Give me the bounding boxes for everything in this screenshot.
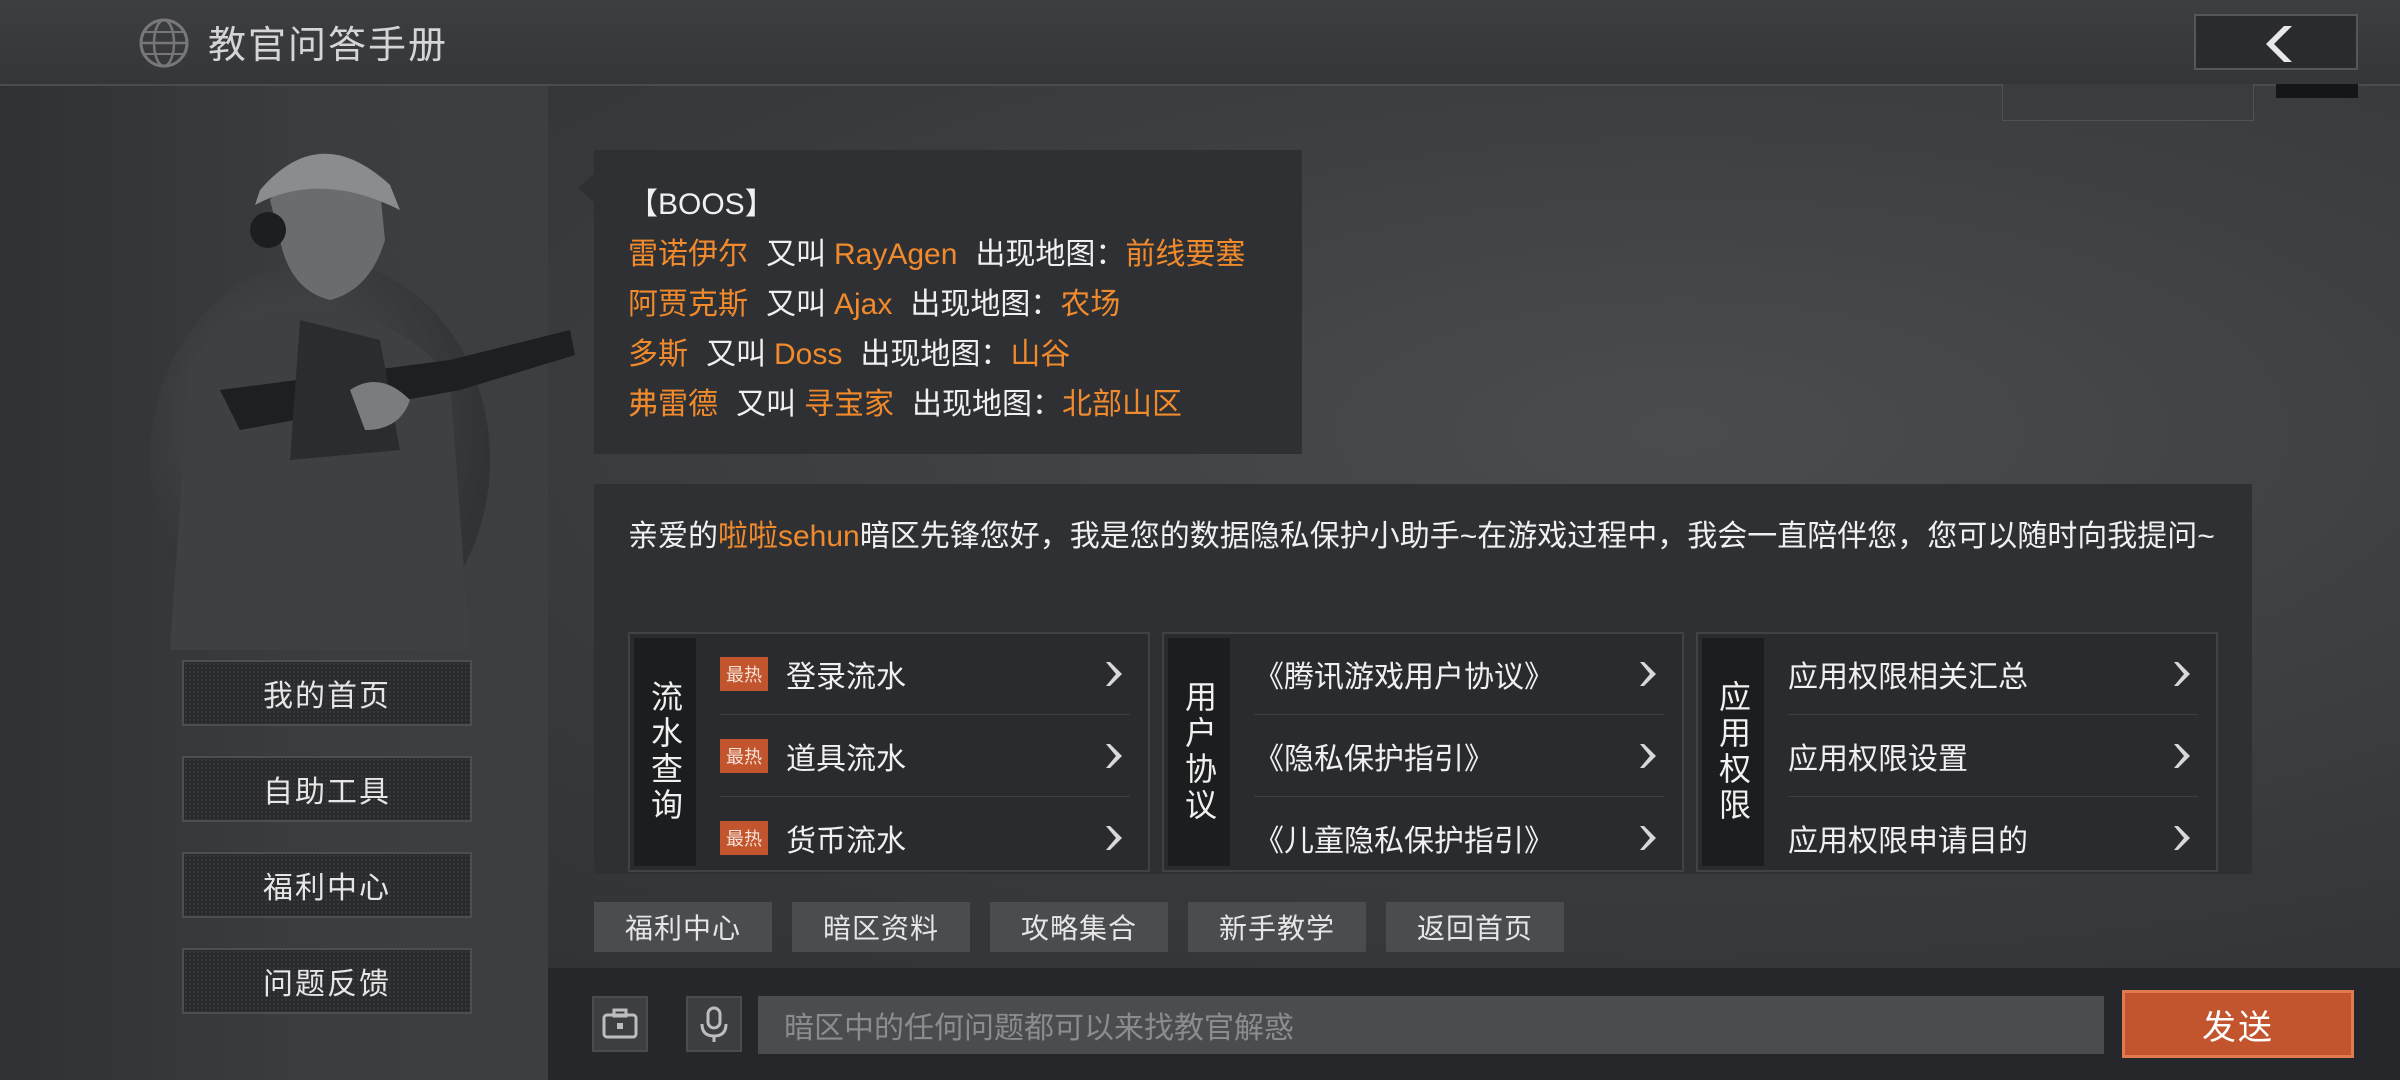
greeting-prefix: 亲爱的	[628, 520, 718, 553]
list-item-label: 登录流水	[786, 661, 906, 694]
chevron-right-icon	[2174, 662, 2190, 686]
boss-alias: Doss	[774, 338, 843, 371]
chevron-right-icon	[2174, 744, 2190, 768]
toolbox-button[interactable]	[592, 996, 648, 1052]
boss-alias: 寻宝家	[804, 388, 894, 421]
boss-map-label: 出现地图：	[860, 338, 1011, 371]
list-item-label: 应用权限设置	[1788, 743, 1968, 776]
hot-badge: 最热	[720, 657, 768, 691]
send-button[interactable]: 发送	[2122, 990, 2354, 1058]
boss-row: 雷诺伊尔 又叫 RayAgen 出现地图：前线要塞	[628, 230, 1268, 280]
toolbox-icon	[602, 1008, 638, 1039]
page-title: 教官问答手册	[208, 25, 449, 67]
group-label-text: 流水查询	[647, 680, 683, 824]
chevron-right-icon	[1106, 826, 1122, 850]
list-item-item-log[interactable]: 最热 道具流水	[720, 716, 1130, 797]
boss-row: 多斯 又叫 Doss 出现地图：山谷	[628, 330, 1268, 380]
list-item-permissions-summary[interactable]: 应用权限相关汇总	[1788, 634, 2198, 715]
username: 啦啦sehun	[718, 520, 860, 553]
list-item-permissions-settings[interactable]: 应用权限设置	[1788, 716, 2198, 797]
boss-alias: Ajax	[834, 288, 893, 321]
tab-stub-dark	[2276, 84, 2358, 98]
question-input[interactable]: 暗区中的任何问题都可以来找教官解惑	[758, 996, 2104, 1054]
list-item-label: 货币流水	[786, 825, 906, 858]
sidebar-item-home[interactable]: 我的首页	[182, 660, 472, 726]
quick-tab-home[interactable]: 返回首页	[1386, 902, 1564, 952]
boss-row: 阿贾克斯 又叫 Ajax 出现地图：农场	[628, 280, 1268, 330]
hot-badge: 最热	[720, 739, 768, 773]
question-input-placeholder: 暗区中的任何问题都可以来找教官解惑	[784, 1012, 1294, 1045]
boss-map: 北部山区	[1062, 388, 1182, 421]
chevron-right-icon	[1640, 826, 1656, 850]
header-bar: 教官问答手册	[0, 0, 2400, 86]
group-label-text: 用户协议	[1181, 680, 1217, 824]
sidebar-item-welfare[interactable]: 福利中心	[182, 852, 472, 918]
boss-name: 弗雷德	[628, 388, 718, 421]
list-item-login-log[interactable]: 最热 登录流水	[720, 634, 1130, 715]
boss-info-message: 【BOOS】 雷诺伊尔 又叫 RayAgen 出现地图：前线要塞 阿贾克斯 又叫 Ajax…	[578, 150, 1302, 454]
chevron-right-icon	[1640, 744, 1656, 768]
boss-map-label: 出现地图：	[912, 388, 1062, 421]
quick-tab-guides[interactable]: 攻略集合	[990, 902, 1168, 952]
boss-map: 农场	[1060, 288, 1121, 321]
boss-aka-label: 又叫	[766, 238, 826, 271]
quick-tab-tutorial[interactable]: 新手教学	[1188, 902, 1366, 952]
chevron-right-icon	[1106, 662, 1122, 686]
list-item-currency-log[interactable]: 最热 货币流水	[720, 798, 1130, 878]
list-item-permissions-purpose[interactable]: 应用权限申请目的	[1788, 798, 2198, 878]
sidebar-item-tools[interactable]: 自助工具	[182, 756, 472, 822]
boss-heading: 【BOOS】	[628, 188, 775, 221]
boss-aka-label: 又叫	[766, 288, 826, 321]
quick-tab-welfare[interactable]: 福利中心	[594, 902, 772, 952]
boss-name: 多斯	[628, 338, 688, 371]
list-item-label: 应用权限申请目的	[1788, 825, 2028, 858]
list-item-privacy-guide[interactable]: 《隐私保护指引》	[1254, 716, 1664, 797]
boss-name: 阿贾克斯	[628, 288, 748, 321]
boss-name: 雷诺伊尔	[628, 238, 748, 271]
quick-tab-dark-zone-info[interactable]: 暗区资料	[792, 902, 970, 952]
chevron-right-icon	[1640, 662, 1656, 686]
group-label-text: 应用权限	[1715, 680, 1751, 824]
list-item-label: 应用权限相关汇总	[1788, 661, 2028, 694]
back-button[interactable]	[2194, 14, 2358, 70]
hot-badge: 最热	[720, 821, 768, 855]
chevron-right-icon	[2174, 826, 2190, 850]
boss-aka-label: 又叫	[736, 388, 796, 421]
list-item-tencent-agreement[interactable]: 《腾讯游戏用户协议》	[1254, 634, 1664, 715]
instructor-soldier-image	[150, 153, 575, 650]
boss-alias: RayAgen	[834, 238, 958, 271]
microphone-icon	[700, 1006, 728, 1042]
boss-map: 前线要塞	[1125, 238, 1246, 271]
group-transaction-query: 流水查询 最热 登录流水 最热 道具流水 最热 货币流水	[628, 632, 1150, 872]
sidebar-item-feedback[interactable]: 问题反馈	[182, 948, 472, 1014]
list-item-label: 道具流水	[786, 743, 906, 776]
group-label: 流水查询	[634, 638, 696, 866]
list-item-label: 《儿童隐私保护指引》	[1254, 825, 1554, 858]
tab-stub	[2002, 84, 2254, 121]
boss-map: 山谷	[1010, 338, 1071, 371]
chevron-right-icon	[1106, 744, 1122, 768]
assistant-greeting: 亲爱的啦啦sehun暗区先锋您好，我是您的数据隐私保护小助手~在游戏过程中，我会…	[628, 512, 2218, 562]
group-label: 应用权限	[1702, 638, 1764, 866]
chevron-left-icon	[2266, 26, 2292, 62]
group-label: 用户协议	[1168, 638, 1230, 866]
group-user-agreement: 用户协议 《腾讯游戏用户协议》 《隐私保护指引》 《儿童隐私保护指引》	[1162, 632, 1684, 872]
list-item-child-privacy-guide[interactable]: 《儿童隐私保护指引》	[1254, 798, 1664, 878]
group-app-permissions: 应用权限 应用权限相关汇总 应用权限设置 应用权限申请目的	[1696, 632, 2218, 872]
globe-icon	[139, 18, 189, 68]
sidebar-item-label: 福利中心	[263, 872, 391, 905]
list-item-label: 《腾讯游戏用户协议》	[1254, 661, 1554, 694]
boss-map-label: 出现地图：	[975, 238, 1126, 271]
greeting-text: 暗区先锋您好，我是您的数据隐私保护小助手~在游戏过程中，我会一直陪伴您，您可以随…	[859, 520, 2215, 553]
assistant-message-card: 亲爱的啦啦sehun暗区先锋您好，我是您的数据隐私保护小助手~在游戏过程中，我会…	[594, 484, 2252, 874]
sidebar-item-label: 自助工具	[263, 776, 391, 809]
boss-aka-label: 又叫	[706, 338, 766, 371]
sidebar-item-label: 问题反馈	[263, 968, 391, 1001]
boss-row: 弗雷德 又叫 寻宝家 出现地图：北部山区	[628, 380, 1268, 430]
sidebar-item-label: 我的首页	[263, 680, 391, 713]
list-item-label: 《隐私保护指引》	[1254, 743, 1494, 776]
boss-map-label: 出现地图：	[910, 288, 1061, 321]
voice-button[interactable]	[686, 996, 742, 1052]
